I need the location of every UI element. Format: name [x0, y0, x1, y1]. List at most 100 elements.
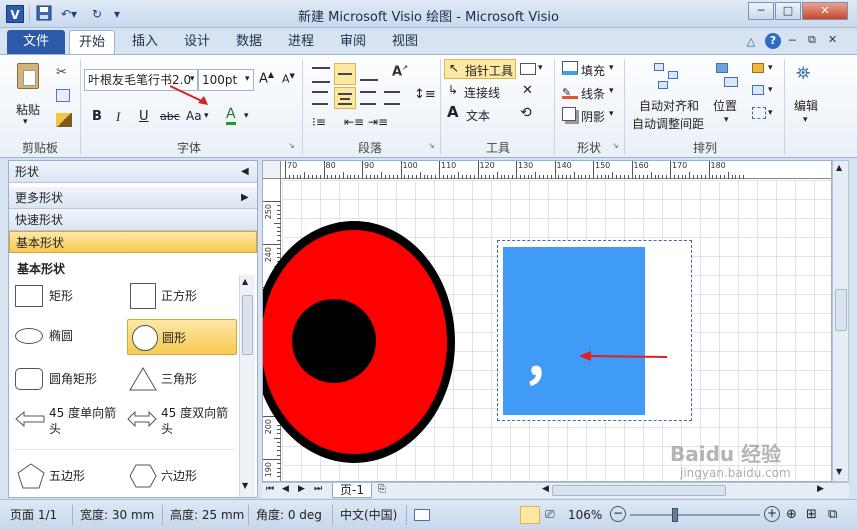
- italic-button[interactable]: I: [116, 109, 120, 125]
- tab-file[interactable]: 文件: [7, 30, 65, 54]
- horizontal-scroll-thumb[interactable]: [552, 485, 726, 496]
- scroll-left-icon[interactable]: ◀: [542, 484, 549, 494]
- bullets-icon[interactable]: ⁝≡: [312, 115, 326, 129]
- fill-button[interactable]: 填充: [581, 62, 605, 79]
- auto-align-space-icon[interactable]: [652, 61, 682, 91]
- stencil-shape-double-arrow[interactable]: 45 度双向箭头: [127, 401, 237, 441]
- font-color-dropdown-icon[interactable]: ▾: [244, 111, 249, 121]
- grow-font-icon[interactable]: A▲: [259, 70, 274, 86]
- line-spacing-icon[interactable]: ↕≡: [414, 87, 436, 102]
- text-direction-icon[interactable]: A↗: [392, 64, 408, 79]
- stencil-shape-square[interactable]: 正方形: [127, 278, 237, 314]
- scroll-up-icon[interactable]: ▲: [242, 277, 248, 286]
- doc-restore-icon[interactable]: ⧉: [808, 33, 816, 47]
- quick-shapes-item[interactable]: 快速形状: [9, 209, 257, 231]
- scroll-down-icon[interactable]: ▼: [836, 467, 842, 476]
- line-dropdown-icon[interactable]: ▾: [609, 86, 614, 96]
- zoom-slider-thumb[interactable]: [672, 508, 678, 522]
- format-painter-icon[interactable]: [56, 113, 72, 127]
- page-tab-1[interactable]: 页-1: [332, 483, 372, 498]
- tab-insert[interactable]: 插入: [124, 30, 166, 54]
- fit-page-icon[interactable]: ⊕: [786, 507, 797, 522]
- change-case-button[interactable]: Aa: [186, 109, 202, 123]
- pan-zoom-window-icon[interactable]: ⊞: [806, 507, 817, 522]
- basic-shapes-stencil-item[interactable]: 基本形状: [9, 231, 257, 253]
- connector-button[interactable]: 连接线: [464, 84, 500, 101]
- switch-windows-icon[interactable]: ⧉: [828, 507, 837, 522]
- canvas-vertical-scrollbar[interactable]: ▲ ▼: [832, 160, 849, 482]
- insert-page-icon[interactable]: ⎘: [378, 484, 386, 495]
- macro-record-icon[interactable]: [414, 509, 430, 521]
- send-backward-dropdown-icon[interactable]: ▾: [768, 85, 773, 95]
- doc-minimize-icon[interactable]: ─: [789, 34, 796, 47]
- status-height[interactable]: 高度: 25 mm: [170, 505, 244, 525]
- edit-dropdown-icon[interactable]: ▾: [803, 115, 808, 125]
- stencil-shape-ellipse[interactable]: 椭圆: [15, 318, 125, 354]
- status-page[interactable]: 页面 1/1: [10, 505, 57, 525]
- pane-scroll-thumb[interactable]: [242, 295, 253, 355]
- help-icon[interactable]: ?: [765, 33, 781, 49]
- next-page-icon[interactable]: ▶: [298, 484, 305, 494]
- stencil-shape-triangle[interactable]: 三角形: [127, 361, 237, 397]
- align-right-icon[interactable]: [360, 91, 376, 105]
- drawing-canvas-area[interactable]: 70 80 90 100 110 120 130 140 150 160 170 180 250 240…: [262, 160, 832, 482]
- group-dropdown-icon[interactable]: ▾: [768, 108, 773, 118]
- pane-scrollbar[interactable]: ▲ ▼: [239, 275, 255, 497]
- pointer-tool-button[interactable]: ↖ 指针工具: [444, 59, 516, 79]
- shrink-font-icon[interactable]: A▼: [282, 72, 295, 86]
- find-binoculars-icon[interactable]: ⛯: [796, 63, 810, 84]
- group-icon[interactable]: [752, 107, 766, 119]
- align-bottom-icon[interactable]: [360, 69, 378, 81]
- comma-text[interactable]: ，: [523, 333, 577, 387]
- decrease-indent-icon[interactable]: ⇤≡: [344, 115, 364, 129]
- status-angle[interactable]: 角度: 0 deg: [256, 505, 322, 525]
- scroll-right-icon[interactable]: ▶: [817, 484, 824, 494]
- strikethrough-button[interactable]: abc: [160, 110, 180, 123]
- position-icon[interactable]: [716, 63, 740, 89]
- bold-button[interactable]: B: [92, 109, 102, 124]
- stencil-shape-circle[interactable]: 圆形: [127, 319, 237, 355]
- paragraph-dialog-launcher-icon[interactable]: ↘: [428, 141, 435, 150]
- send-backward-icon[interactable]: [752, 85, 764, 95]
- tab-home[interactable]: 开始: [69, 30, 115, 54]
- line-button[interactable]: 线条: [581, 85, 605, 102]
- first-page-icon[interactable]: ⏮: [266, 484, 274, 494]
- scroll-down-icon[interactable]: ▼: [242, 481, 248, 490]
- normal-view-icon[interactable]: [520, 506, 540, 524]
- edit-button[interactable]: 编辑: [794, 97, 818, 114]
- stencil-shape-hexagon[interactable]: 六边形: [127, 458, 237, 494]
- copy-icon[interactable]: [56, 89, 70, 102]
- maximize-button[interactable]: □: [775, 2, 801, 20]
- stencil-shape-rectangle[interactable]: 矩形: [15, 278, 125, 314]
- text-tool-button[interactable]: 文本: [466, 107, 490, 124]
- rectangle-tool-icon[interactable]: [520, 63, 536, 75]
- fill-dropdown-icon[interactable]: ▾: [609, 63, 614, 73]
- tab-design[interactable]: 设计: [176, 30, 218, 54]
- zoom-in-icon[interactable]: +: [764, 506, 780, 522]
- bring-forward-dropdown-icon[interactable]: ▾: [768, 63, 773, 73]
- cut-icon[interactable]: ✂: [56, 65, 67, 80]
- align-left-icon[interactable]: [312, 91, 328, 105]
- increase-indent-icon[interactable]: ⇥≡: [368, 115, 388, 129]
- rotate-text-icon[interactable]: ⟲: [520, 105, 532, 121]
- tab-review[interactable]: 审阅: [332, 30, 374, 54]
- full-screen-icon[interactable]: ⎚: [545, 507, 555, 522]
- tab-process[interactable]: 进程: [280, 30, 322, 54]
- bring-forward-icon[interactable]: [752, 63, 764, 73]
- paste-button[interactable]: 粘贴 ▾: [8, 61, 48, 131]
- stencil-shape-single-arrow[interactable]: 45 度单向箭头: [15, 401, 125, 441]
- prev-page-icon[interactable]: ◀: [282, 484, 289, 494]
- stencil-shape-rounded-rectangle[interactable]: 圆角矩形: [15, 361, 125, 397]
- auto-align-label[interactable]: 自动对齐和: [636, 97, 702, 114]
- collapse-pane-icon[interactable]: ◀: [241, 161, 249, 183]
- rectangle-tool-dropdown-icon[interactable]: ▾: [538, 63, 543, 73]
- font-color-button[interactable]: A: [226, 107, 236, 125]
- zoom-level[interactable]: 106%: [568, 505, 602, 525]
- align-middle-icon[interactable]: [334, 63, 356, 85]
- ribbon-collapse-icon[interactable]: △: [744, 35, 758, 49]
- stencil-shape-pentagon[interactable]: 五边形: [15, 458, 125, 494]
- tab-data[interactable]: 数据: [228, 30, 270, 54]
- position-button[interactable]: 位置: [713, 97, 737, 114]
- zoom-slider-track[interactable]: [630, 514, 760, 516]
- more-shapes-item[interactable]: 更多形状 ▶: [9, 187, 257, 209]
